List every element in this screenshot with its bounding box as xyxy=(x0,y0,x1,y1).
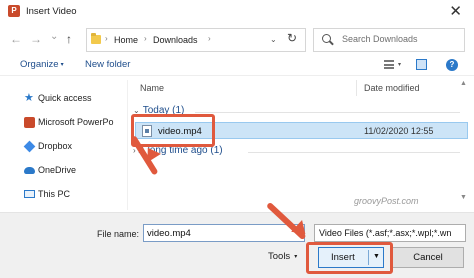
cancel-label: Cancel xyxy=(413,252,443,263)
powerpoint-app-icon: P xyxy=(8,5,20,17)
nav-item-this-pc[interactable]: This PC xyxy=(24,188,124,202)
up-arrow-icon[interactable]: ↑ xyxy=(66,32,72,46)
watermark: groovyPost.com xyxy=(354,196,419,206)
dialog-title: Insert Video xyxy=(26,6,77,17)
address-row: ← → ⌄ ↑ › Home › Downloads › ⌄ ↻ xyxy=(0,27,474,53)
forward-arrow-icon[interactable]: → xyxy=(30,32,42,46)
file-type-value: Video Files (*.asf;*.asx;*.wpl;*.wn xyxy=(319,228,452,238)
highlight-box-file xyxy=(131,114,215,147)
star-icon: ★ xyxy=(24,92,34,104)
nav-item-label: OneDrive xyxy=(38,165,77,175)
scrollbar[interactable]: ▲ ▼ xyxy=(458,80,470,210)
navigation-pane: ★ Quick access Microsoft PowerPo Dropbox… xyxy=(0,80,128,210)
folder-icon xyxy=(91,33,101,44)
file-type-select[interactable]: Video Files (*.asf;*.asx;*.wpl;*.wn xyxy=(314,224,466,242)
chevron-down-icon: ▾ xyxy=(294,253,298,260)
breadcrumb-separator: › xyxy=(105,34,108,43)
column-header-name[interactable]: Name xyxy=(140,83,164,93)
onedrive-icon xyxy=(24,167,35,174)
organize-button[interactable]: Organize ▾ xyxy=(20,59,64,70)
nav-item-label: Microsoft PowerPo xyxy=(38,117,114,127)
breadcrumb-separator: › xyxy=(208,34,211,43)
close-icon[interactable]: ✕ xyxy=(449,2,462,20)
breadcrumb-home[interactable]: Home xyxy=(114,35,138,45)
search-box[interactable] xyxy=(313,28,465,52)
new-folder-button[interactable]: New folder xyxy=(85,59,130,70)
tools-label: Tools xyxy=(268,251,291,262)
computer-icon xyxy=(24,190,35,198)
dropbox-icon xyxy=(23,140,36,153)
file-list-header: Name Date modified xyxy=(130,80,460,96)
nav-item-microsoft-powerpoint[interactable]: Microsoft PowerPo xyxy=(24,116,124,130)
search-input[interactable] xyxy=(342,34,460,44)
powerpoint-icon xyxy=(24,117,35,128)
column-divider[interactable] xyxy=(356,80,357,96)
insert-video-dialog: P Insert Video ✕ ← → ⌄ ↑ › Home › Downlo… xyxy=(0,0,474,278)
preview-pane-icon[interactable] xyxy=(416,59,427,70)
tools-button[interactable]: Tools ▾ xyxy=(268,251,297,262)
nav-item-quick-access[interactable]: ★ Quick access xyxy=(24,92,124,106)
search-icon xyxy=(322,34,331,43)
nav-item-onedrive[interactable]: OneDrive xyxy=(24,164,124,178)
help-icon[interactable]: ? xyxy=(446,59,458,71)
recent-locations-icon[interactable]: ⌄ xyxy=(50,30,58,44)
breadcrumb-separator: › xyxy=(144,34,147,43)
chevron-down-icon[interactable]: ▾ xyxy=(398,61,401,68)
dialog-footer: File name: Video Files (*.asf;*.asx;*.wp… xyxy=(0,212,474,278)
file-name-input[interactable] xyxy=(143,224,305,242)
nav-item-dropbox[interactable]: Dropbox xyxy=(23,140,124,154)
back-arrow-icon[interactable]: ← xyxy=(10,32,22,46)
scroll-down-icon[interactable]: ▼ xyxy=(460,194,467,201)
scroll-up-icon[interactable]: ▲ xyxy=(460,80,467,87)
toolbar: Organize ▾ New folder ▾ ? xyxy=(0,56,474,76)
nav-item-label: Quick access xyxy=(38,93,92,103)
group-divider xyxy=(248,152,460,153)
view-options-icon[interactable] xyxy=(384,60,394,69)
chevron-down-icon: ▾ xyxy=(60,61,64,68)
group-divider xyxy=(195,112,460,113)
highlight-box-insert xyxy=(306,242,393,274)
breadcrumb-downloads[interactable]: Downloads xyxy=(153,35,198,45)
file-name-label: File name: xyxy=(97,229,140,239)
column-header-date-modified[interactable]: Date modified xyxy=(364,83,420,93)
nav-item-label: This PC xyxy=(38,189,71,199)
refresh-icon[interactable]: ↻ xyxy=(287,31,297,45)
address-dropdown-icon[interactable]: ⌄ xyxy=(270,35,277,44)
title-bar: P Insert Video ✕ xyxy=(0,0,474,22)
file-date-modified: 11/02/2020 12:55 xyxy=(364,126,434,136)
cancel-button[interactable]: Cancel xyxy=(392,247,464,268)
nav-item-label: Dropbox xyxy=(38,141,73,151)
organize-label: Organize xyxy=(20,59,59,70)
